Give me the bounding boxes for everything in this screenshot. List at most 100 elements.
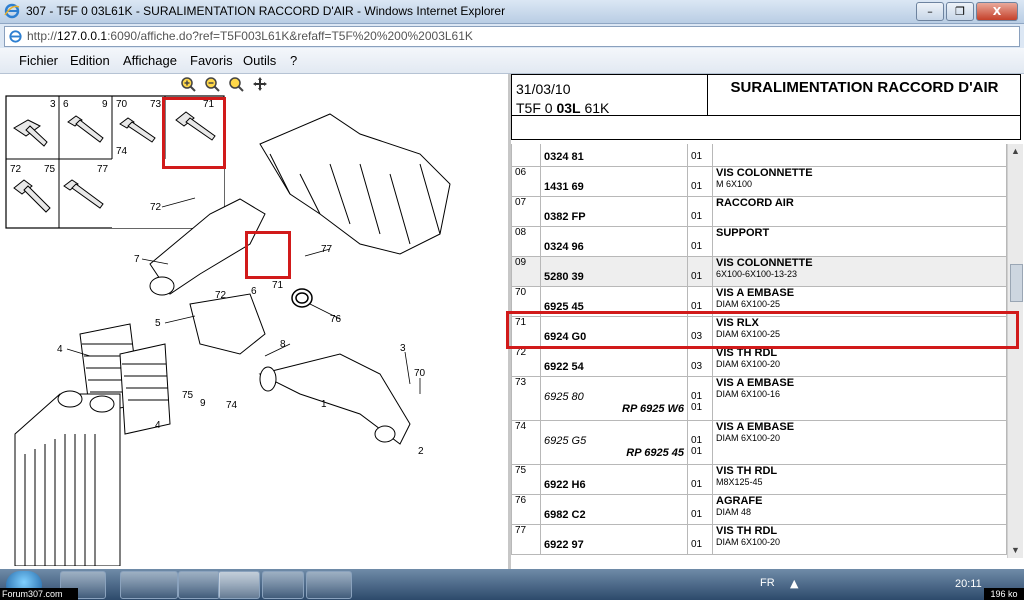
part-number <box>511 144 541 167</box>
menu-edition[interactable]: Edition <box>70 53 110 68</box>
table-row[interactable]: 07 0382 FP 01 RACCORD AIR <box>511 196 1007 227</box>
callout-label: 75 <box>182 390 194 401</box>
maximize-button[interactable]: ❐ <box>946 2 974 21</box>
thumb-num: 3 <box>50 99 56 110</box>
callout-label: 71 <box>272 280 284 291</box>
part-reference: 0324 81 <box>540 144 688 167</box>
scroll-down-arrow[interactable]: ▼ <box>1010 545 1021 556</box>
part-quantity: 03 <box>687 346 713 377</box>
quantity-value: 01 <box>691 241 703 252</box>
menu-bar: Fichier Edition Affichage Favoris Outils… <box>0 48 1024 74</box>
description-name: VIS A EMBASE <box>716 377 795 389</box>
part-quantity: 01 <box>687 256 713 287</box>
thumb-num: 77 <box>97 164 109 175</box>
watermark-forum: Forum307.com <box>0 588 78 600</box>
vertical-scrollbar[interactable]: ▲ ▼ <box>1007 144 1023 558</box>
callout-label: 2 <box>418 446 424 457</box>
scroll-thumb[interactable] <box>1010 264 1023 302</box>
quantity-value: 01 <box>691 151 703 162</box>
table-row[interactable]: 76 6982 C2 01 AGRAFE DIAM 48 <box>511 494 1007 525</box>
reference-code: 0382 FP <box>544 211 586 223</box>
part-number: 07 <box>511 196 541 227</box>
taskbar-users-button[interactable] <box>262 571 304 599</box>
taskbar-window-button[interactable] <box>306 571 352 599</box>
part-quantity: 01 <box>687 464 713 495</box>
table-row[interactable]: 0324 81 01 <box>511 144 1007 167</box>
part-number: 77 <box>511 524 541 555</box>
address-input[interactable]: http://127.0.0.1:6090/affiche.do?ref=T5F… <box>4 26 1020 47</box>
highlight-row-71 <box>506 311 1019 349</box>
description-name: VIS COLONNETTE <box>716 167 813 179</box>
part-quantity: 01 <box>687 494 713 525</box>
menu-affichage[interactable]: Affichage <box>123 53 177 68</box>
menu-fichier[interactable]: Fichier <box>19 53 58 68</box>
description-detail: DIAM 6X100-20 <box>716 359 781 369</box>
scroll-up-arrow[interactable]: ▲ <box>1010 146 1021 157</box>
table-row[interactable]: 72 6922 54 03 VIS TH RDL DIAM 6X100-20 <box>511 346 1007 377</box>
callout-label: 4 <box>155 420 161 431</box>
minimize-button[interactable]: – <box>916 2 944 21</box>
highlight-callout-71 <box>245 231 291 279</box>
close-button[interactable]: X <box>976 2 1018 21</box>
zoom-toolbar <box>180 76 268 92</box>
description-detail: DIAM 6X100-20 <box>716 537 781 547</box>
quantity-value: 01 <box>691 479 703 490</box>
callout-label: 70 <box>414 368 426 379</box>
callout-label: 7 <box>134 254 140 265</box>
callout-label: 74 <box>226 400 238 411</box>
part-reference: 0324 96 <box>540 226 688 257</box>
ie-icon <box>4 3 20 19</box>
menu-outils[interactable]: Outils <box>243 53 276 68</box>
old-reference: 6925 G5 <box>544 435 587 447</box>
table-row[interactable]: 06 1431 69 01 VIS COLONNETTE M 6X100 <box>511 166 1007 197</box>
part-description: AGRAFE DIAM 48 <box>712 494 1007 525</box>
callout-label: 9 <box>200 398 206 409</box>
window-controls: – ❐ X <box>914 2 1018 21</box>
url-path: :6090/affiche.do?ref=T5F003L61K&refaff=T… <box>107 29 473 43</box>
language-indicator[interactable]: FR <box>760 577 775 589</box>
table-row[interactable]: 77 6922 97 01 VIS TH RDL DIAM 6X100-20 <box>511 524 1007 555</box>
table-row[interactable]: 09 5280 39 01 VIS COLONNETTE 6X100-6X100-13-… <box>511 256 1007 287</box>
zoom-in-icon[interactable] <box>180 76 196 92</box>
description-name: VIS A EMBASE <box>716 287 795 299</box>
document-code: T5F 0 03L 61K <box>516 100 609 116</box>
zoom-fit-icon[interactable] <box>228 76 244 92</box>
part-description: VIS TH RDL DIAM 6X100-20 <box>712 524 1007 555</box>
part-reference: 6922 97 <box>540 524 688 555</box>
zoom-out-icon[interactable] <box>204 76 220 92</box>
part-quantity: 01 01 <box>687 376 713 421</box>
part-number: 76 <box>511 494 541 525</box>
quantity-value: 01 <box>691 509 703 520</box>
clock[interactable]: 20:11 <box>955 578 982 590</box>
part-description: SUPPORT <box>712 226 1007 257</box>
table-row[interactable]: 75 6922 H6 01 VIS TH RDL M8X125-45 <box>511 464 1007 495</box>
table-row[interactable]: 73 6925 80 RP 6925 W6 01 01 VIS A EMBASE DIAM … <box>511 376 1007 421</box>
old-quantity: 01 <box>691 391 703 402</box>
window-titlebar: 307 - T5F 0 03L61K - SURALIMENTATION RAC… <box>0 0 1024 24</box>
reference-code: 6922 H6 <box>544 479 586 491</box>
part-reference: 6925 80 RP 6925 W6 <box>540 376 688 421</box>
pan-icon[interactable] <box>252 76 268 92</box>
part-description <box>712 144 1007 167</box>
table-row[interactable]: 08 0324 96 01 SUPPORT <box>511 226 1007 257</box>
menu-help[interactable]: ? <box>290 53 297 68</box>
show-hidden-icons-icon[interactable]: ▲ <box>790 577 798 590</box>
menu-favoris[interactable]: Favoris <box>190 53 233 68</box>
callout-label: 5 <box>155 318 161 329</box>
part-description: VIS TH RDL M8X125-45 <box>712 464 1007 495</box>
taskbar-ie-button[interactable] <box>218 571 260 599</box>
table-row[interactable]: 74 6925 G5 RP 6925 45 01 01 VIS A EMBASE DIAM … <box>511 420 1007 465</box>
parts-list[interactable]: 0324 81 01 06 1431 69 01 VIS COLONNETTE M 6X10… <box>511 144 1007 558</box>
taskbar-app-button[interactable] <box>120 571 178 599</box>
callout-label: 72 <box>150 202 162 213</box>
callout-label: 72 <box>215 290 227 301</box>
document-header: 31/03/10 T5F 0 03L 61K SURALIMENTATION R… <box>511 74 1021 140</box>
callout-label: 4 <box>57 344 63 355</box>
part-reference: 6922 H6 <box>540 464 688 495</box>
part-quantity: 01 <box>687 166 713 197</box>
parts-diagram[interactable]: 3 6 9 70 73 74 71 72 75 77 72 7 5 4 4 75… <box>0 94 508 566</box>
part-number: 73 <box>511 376 541 421</box>
taskbar-folder-button[interactable] <box>178 571 220 599</box>
quantity-value: 01 <box>691 539 703 550</box>
reference-code: 6922 54 <box>544 361 584 373</box>
